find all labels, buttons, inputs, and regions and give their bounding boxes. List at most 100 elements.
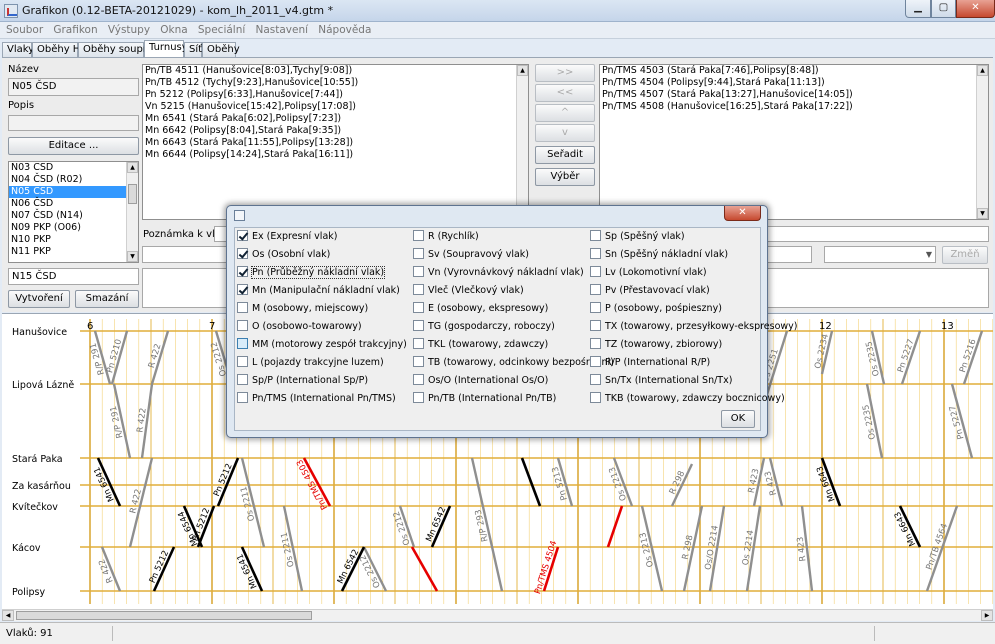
train-type-checkbox[interactable]: Vn (Vyrovnávkový nákladní vlak) bbox=[413, 265, 584, 281]
scroll-up-icon[interactable]: ▲ bbox=[127, 162, 138, 173]
tab-obehy[interactable]: Oběhy bbox=[202, 42, 240, 57]
train-type-checkbox[interactable]: Pn (Průběžný nákladní vlak) bbox=[237, 265, 386, 281]
train-type-checkbox[interactable]: Sn (Spěšný nákladní vlak) bbox=[590, 247, 728, 263]
train-type-checkbox[interactable]: Sp (Spěšný vlak) bbox=[590, 229, 685, 245]
new-crew-field[interactable]: N15 ČSD bbox=[8, 268, 139, 285]
checkbox-unchecked-icon[interactable] bbox=[590, 284, 601, 295]
maximize-button[interactable]: ▢ bbox=[931, 0, 956, 18]
checkbox-unchecked-icon[interactable] bbox=[237, 392, 248, 403]
list-item[interactable]: Mn 6642 (Polipsy[8:04],Stará Paka[9:35]) bbox=[143, 125, 528, 137]
checkbox-unchecked-icon[interactable] bbox=[413, 230, 424, 241]
list-item[interactable]: Mn 6541 (Stará Paka[6:02],Polipsy[7:23]) bbox=[143, 113, 528, 125]
checkbox-checked-icon[interactable] bbox=[237, 284, 248, 295]
menu-napoveda[interactable]: Nápověda bbox=[318, 22, 371, 38]
checkbox-unchecked-icon[interactable] bbox=[413, 266, 424, 277]
delete-button[interactable]: Smazání bbox=[75, 290, 139, 308]
select-button[interactable]: Výběr bbox=[535, 168, 595, 186]
list-item[interactable]: Pn/TMS 4507 (Stará Paka[13:27],Hanušovic… bbox=[600, 89, 988, 101]
train-type-checkbox[interactable]: TKB (towarowy, zdawczy bocznicowy) bbox=[590, 391, 785, 407]
remove-all-button[interactable]: << bbox=[535, 84, 595, 102]
list-item[interactable]: N10 PKP bbox=[9, 234, 138, 246]
train-select[interactable]: ▼ bbox=[824, 246, 936, 263]
checkbox-unchecked-icon[interactable] bbox=[413, 338, 424, 349]
crew-list[interactable]: N03 ČSD N04 ČSD (R02) N05 ČSD N06 ČSD N0… bbox=[8, 161, 139, 263]
train-type-checkbox[interactable]: Os/O (International Os/O) bbox=[413, 373, 548, 389]
train-type-checkbox[interactable]: TB (towarowy, odcinkowy bezpośredni) bbox=[413, 355, 614, 371]
list-item[interactable]: Vn 5215 (Hanušovice[15:42],Polipsy[17:08… bbox=[143, 101, 528, 113]
train-type-checkbox[interactable]: R/P (International R/P) bbox=[590, 355, 710, 371]
checkbox-unchecked-icon[interactable] bbox=[590, 338, 601, 349]
list-item[interactable]: N06 ČSD bbox=[9, 198, 138, 210]
list-item[interactable]: N03 ČSD bbox=[9, 162, 138, 174]
checkbox-unchecked-icon[interactable] bbox=[590, 356, 601, 367]
train-type-checkbox[interactable]: Sp/P (International Sp/P) bbox=[237, 373, 368, 389]
checkbox-checked-icon[interactable] bbox=[237, 266, 248, 277]
move-up-button[interactable]: ^ bbox=[535, 104, 595, 122]
close-button[interactable]: ✕ bbox=[956, 0, 995, 18]
checkbox-unchecked-icon[interactable] bbox=[237, 338, 248, 349]
train-type-checkbox[interactable]: Lv (Lokomotivní vlak) bbox=[590, 265, 707, 281]
checkbox-unchecked-icon[interactable] bbox=[590, 374, 601, 385]
train-type-checkbox[interactable]: Pn/TMS (International Pn/TMS) bbox=[237, 391, 396, 407]
checkbox-unchecked-icon[interactable] bbox=[413, 302, 424, 313]
train-type-checkbox[interactable]: TG (gospodarczy, roboczy) bbox=[413, 319, 555, 335]
checkbox-unchecked-icon[interactable] bbox=[237, 356, 248, 367]
train-type-checkbox[interactable]: Sn/Tx (International Sn/Tx) bbox=[590, 373, 732, 389]
tab-turnusy[interactable]: Turnusy bbox=[144, 40, 188, 58]
checkbox-unchecked-icon[interactable] bbox=[413, 356, 424, 367]
assigned-list-scrollbar[interactable]: ▲ ▼ bbox=[976, 65, 988, 219]
menu-soubor[interactable]: Soubor bbox=[6, 22, 43, 38]
checkbox-unchecked-icon[interactable] bbox=[590, 266, 601, 277]
tab-sit[interactable]: Síť bbox=[184, 42, 202, 57]
list-item[interactable]: N09 PKP (O06) bbox=[9, 222, 138, 234]
list-item[interactable]: N11 PKP bbox=[9, 246, 138, 258]
trains-list-scrollbar[interactable]: ▲ ▼ bbox=[516, 65, 528, 219]
assigned-trains-list[interactable]: Pn/TMS 4503 (Stará Paka[7:46],Polipsy[8:… bbox=[599, 64, 989, 220]
train-type-checkbox[interactable]: TKL (towarowy, zdawczy) bbox=[413, 337, 548, 353]
tab-vlaky[interactable]: Vlaky bbox=[2, 42, 34, 57]
sort-button[interactable]: Seřadit bbox=[535, 146, 595, 164]
list-item[interactable]: N07 ČSD (N14) bbox=[9, 210, 138, 222]
train-type-checkbox[interactable]: L (pojazdy trakcyjne luzem) bbox=[237, 355, 384, 371]
train-type-checkbox[interactable]: E (osobowy, ekspresowy) bbox=[413, 301, 548, 317]
minimize-button[interactable]: ▁ bbox=[905, 0, 931, 18]
checkbox-unchecked-icon[interactable] bbox=[237, 302, 248, 313]
list-item-selected[interactable]: N05 ČSD bbox=[9, 186, 138, 198]
train-type-checkbox[interactable]: Mn (Manipulační nákladní vlak) bbox=[237, 283, 400, 299]
checkbox-unchecked-icon[interactable] bbox=[413, 374, 424, 385]
list-item[interactable]: Mn 6643 (Stará Paka[11:55],Polipsy[13:28… bbox=[143, 137, 528, 149]
scroll-thumb[interactable] bbox=[16, 611, 312, 620]
train-type-checkbox[interactable]: Pv (Přestavovací vlak) bbox=[590, 283, 710, 299]
list-item[interactable]: Pn/TB 4511 (Hanušovice[8:03],Tychy[9:08]… bbox=[143, 65, 528, 77]
list-item[interactable]: Pn/TMS 4504 (Polipsy[9:44],Stará Paka[11… bbox=[600, 77, 988, 89]
train-type-checkbox[interactable]: R (Rychlík) bbox=[413, 229, 479, 245]
trains-list[interactable]: Pn/TB 4511 (Hanušovice[8:03],Tychy[9:08]… bbox=[142, 64, 529, 220]
checkbox-unchecked-icon[interactable] bbox=[237, 320, 248, 331]
list-item[interactable]: N04 ČSD (R02) bbox=[9, 174, 138, 186]
scroll-left-icon[interactable]: ◀ bbox=[2, 610, 14, 621]
description-field[interactable] bbox=[8, 115, 139, 131]
checkbox-unchecked-icon[interactable] bbox=[590, 320, 601, 331]
tab-obehy-hv[interactable]: Oběhy HV bbox=[32, 42, 87, 57]
train-type-checkbox[interactable]: M (osobowy, miejscowy) bbox=[237, 301, 368, 317]
checkbox-unchecked-icon[interactable] bbox=[413, 392, 424, 403]
menu-vystupy[interactable]: Výstupy bbox=[108, 22, 150, 38]
move-down-button[interactable]: v bbox=[535, 124, 595, 142]
dialog-close-button[interactable]: ✕ bbox=[724, 206, 761, 221]
create-button[interactable]: Vytvoření bbox=[8, 290, 70, 308]
train-type-checkbox[interactable]: TZ (towarowy, zbiorowy) bbox=[590, 337, 722, 353]
menu-grafikon[interactable]: Grafikon bbox=[53, 22, 97, 38]
edit-button[interactable]: Editace ... bbox=[8, 137, 139, 155]
change-button[interactable]: Změň bbox=[942, 246, 988, 264]
train-type-checkbox[interactable]: P (osobowy, pośpieszny) bbox=[590, 301, 722, 317]
crew-list-scrollbar[interactable]: ▲ ▼ bbox=[126, 162, 138, 262]
train-type-checkbox[interactable]: Vleč (Vlečkový vlak) bbox=[413, 283, 524, 299]
checkbox-unchecked-icon[interactable] bbox=[590, 248, 601, 259]
checkbox-unchecked-icon[interactable] bbox=[590, 392, 601, 403]
checkbox-unchecked-icon[interactable] bbox=[590, 230, 601, 241]
train-type-checkbox[interactable]: TX (towarowy, przesyłkowy-ekspresowy) bbox=[590, 319, 798, 335]
add-all-button[interactable]: >> bbox=[535, 64, 595, 82]
train-type-checkbox[interactable]: MM (motorowy zespół trakcyjny) bbox=[237, 337, 407, 353]
list-item[interactable]: Pn 5212 (Polipsy[6:33],Hanušovice[7:44]) bbox=[143, 89, 528, 101]
train-type-checkbox[interactable]: O (osobowo-towarowy) bbox=[237, 319, 362, 335]
